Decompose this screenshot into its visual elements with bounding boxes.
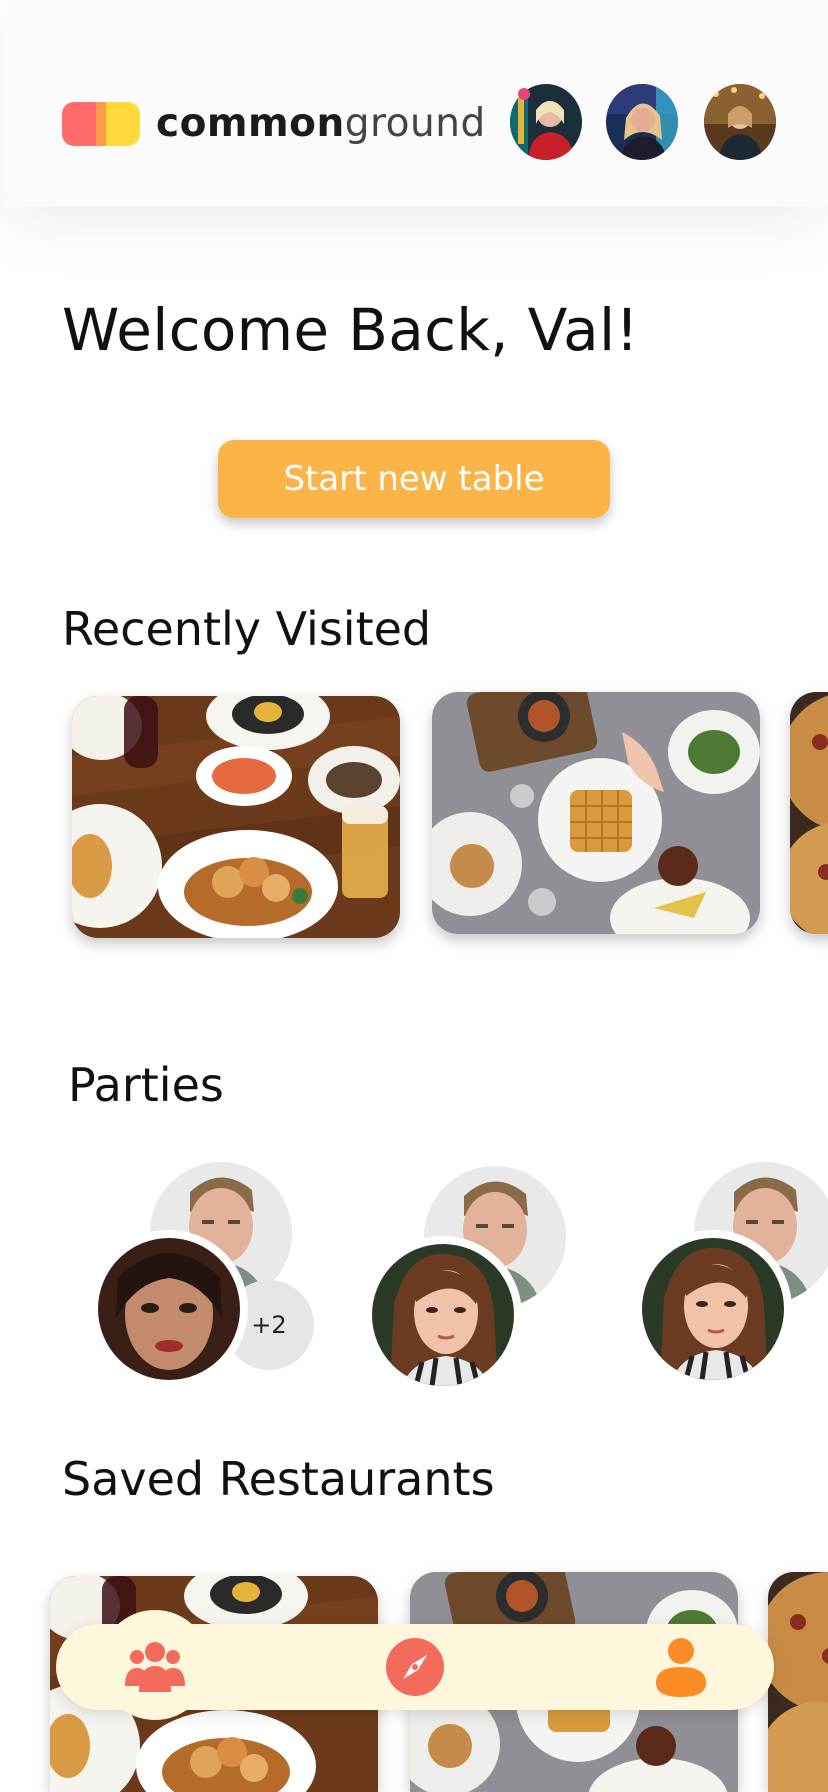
restaurant-photo-3 [790, 692, 828, 934]
logo-text-bold: common [156, 100, 345, 146]
restaurant-photo-3 [768, 1572, 828, 1792]
bottom-navigation [56, 1610, 774, 1720]
party-group-2[interactable] [364, 1164, 584, 1404]
nav-profile-button[interactable] [636, 1624, 726, 1710]
party-host-avatar [364, 1236, 522, 1394]
logo-wordmark: commonground [156, 104, 486, 143]
party-group-3[interactable] [634, 1160, 828, 1400]
compass-icon [386, 1638, 444, 1696]
restaurant-photo-2 [432, 692, 760, 934]
app-header: commonground [4, 0, 828, 206]
party-host-avatar [90, 1230, 248, 1388]
recent-restaurant-card-1[interactable] [72, 696, 400, 938]
welcome-heading: Welcome Back, Val! [62, 296, 639, 364]
nav-explore-button[interactable] [370, 1624, 460, 1710]
recently-visited-title: Recently Visited [62, 602, 432, 656]
recent-restaurant-card-3[interactable] [790, 692, 828, 934]
saved-restaurants-title: Saved Restaurants [62, 1452, 495, 1506]
logo-text-light: ground [344, 100, 486, 146]
start-new-table-button[interactable]: Start new table [218, 440, 610, 518]
app-logo[interactable]: commonground [62, 98, 486, 148]
party-host-avatar [634, 1230, 792, 1388]
nav-groups-button[interactable] [110, 1624, 200, 1710]
parties-title: Parties [68, 1058, 224, 1112]
friend-avatar-2[interactable] [606, 84, 678, 160]
notification-dot [518, 88, 530, 100]
party-group-1[interactable]: +2 [90, 1160, 314, 1400]
friend-avatar-3[interactable] [704, 84, 776, 160]
user-icon [656, 1638, 706, 1697]
recent-restaurant-card-2[interactable] [432, 692, 760, 934]
home-screen: commonground Welcome Back, Val! Start ne… [0, 0, 828, 1792]
logo-mark-icon [62, 98, 144, 148]
restaurant-photo-1 [72, 696, 400, 938]
group-icon [125, 1642, 185, 1692]
saved-restaurant-card-3[interactable] [768, 1572, 828, 1792]
